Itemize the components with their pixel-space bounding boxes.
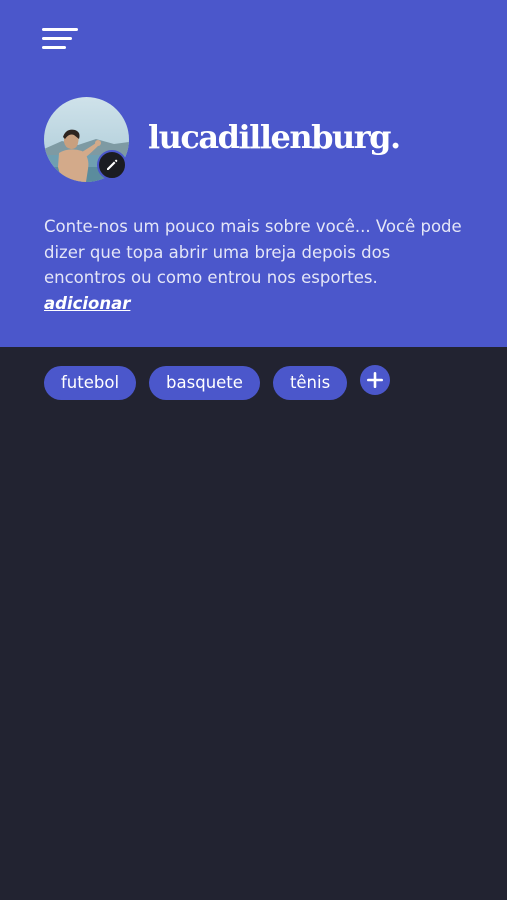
tag-futebol[interactable]: futebol <box>44 366 137 400</box>
bio-placeholder-text: Conte-nos um pouco mais sobre você... Vo… <box>44 217 462 287</box>
plus-icon <box>367 372 384 388</box>
add-tag-button[interactable] <box>360 365 391 395</box>
profile-header: lucadillenburg. Conte-nos um pouco mais … <box>0 0 507 347</box>
tag-basquete[interactable]: basquete <box>149 366 260 400</box>
edit-avatar-button[interactable] <box>97 150 127 180</box>
tag-tenis[interactable]: tênis <box>272 366 348 400</box>
add-bio-link[interactable]: adicionar <box>44 294 130 313</box>
username: lucadillenburg. <box>148 118 401 156</box>
pencil-icon <box>107 159 118 170</box>
sports-tags: futebol basquete tênis <box>44 365 391 400</box>
hamburger-menu-icon[interactable] <box>42 28 80 52</box>
